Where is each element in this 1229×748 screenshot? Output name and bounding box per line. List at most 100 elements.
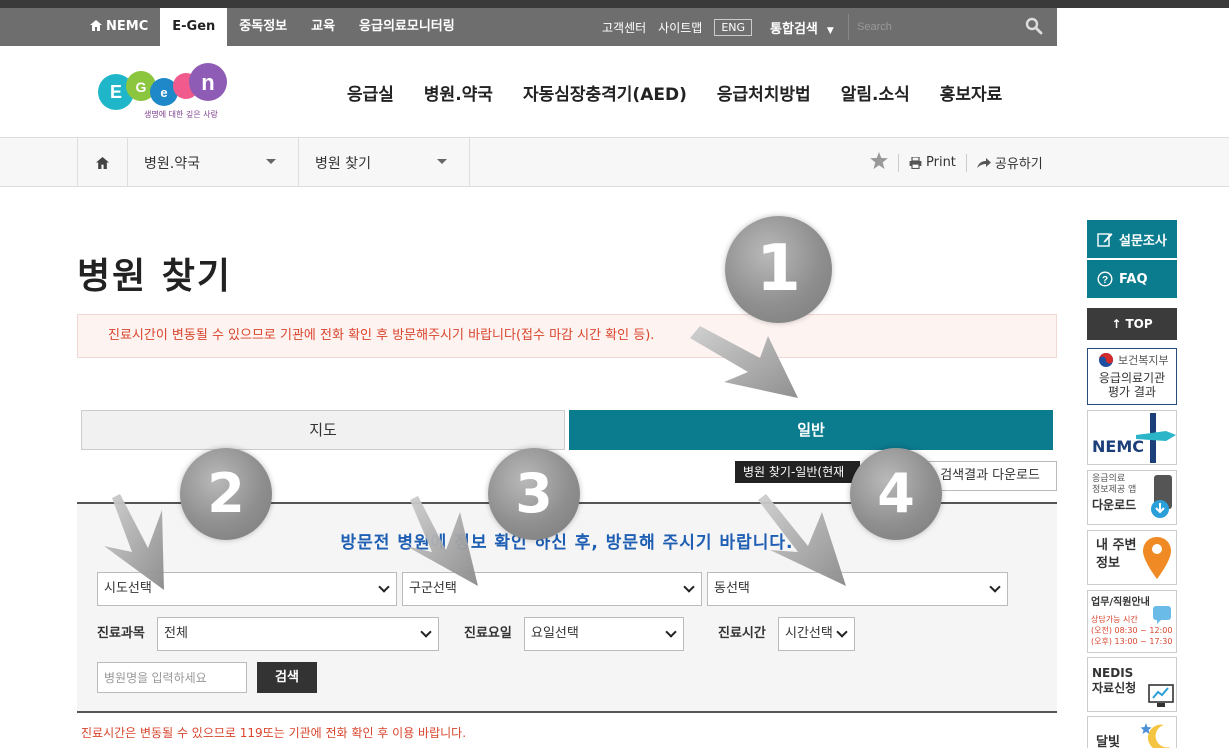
arrow-up-icon: ↑ xyxy=(1111,317,1122,331)
topnav-education[interactable]: 교육 xyxy=(299,8,347,46)
topnav-poison-info[interactable]: 중독정보 xyxy=(227,8,299,46)
hospital-name-input[interactable] xyxy=(97,662,247,693)
svg-text:e: e xyxy=(160,85,167,100)
step-marker-2: 2 xyxy=(180,448,272,540)
main-nav: 응급실 병원.약국 자동심장충격기(AED) 응급처치방법 알림.소식 홍보자료 xyxy=(332,46,1017,138)
divider xyxy=(965,153,967,172)
top-utility: 고객센터 사이트맵 ENG 통합검색 ▼ xyxy=(596,8,846,46)
chevron-down-icon xyxy=(989,581,1001,593)
gugun-select-value: 구군선택 xyxy=(409,581,457,596)
bottom-notice: 진료시간은 변동될 수 있으므로 119또는 기관에 전화 확인 후 이용 바랍… xyxy=(81,726,467,740)
time-select[interactable]: 시간선택 xyxy=(778,617,855,651)
dept-select[interactable]: 전체 xyxy=(157,617,439,651)
time-label: 진료시간 xyxy=(718,626,766,641)
mohw-label: 보건복지부 xyxy=(1118,353,1169,367)
day-select[interactable]: 요일선택 xyxy=(524,617,684,651)
mainnav-emergency-room[interactable]: 응급실 xyxy=(332,80,409,105)
share-arrow-icon xyxy=(976,157,991,168)
edit-icon xyxy=(1097,233,1113,247)
download-icon xyxy=(1151,475,1172,518)
mainnav-promotion[interactable]: 홍보자료 xyxy=(925,80,1018,105)
staff-am: (오전) 08:30 ~ 12:00 xyxy=(1091,626,1173,635)
chat-bubble-icon xyxy=(1153,606,1171,624)
customer-center-link[interactable]: 고객센터 xyxy=(602,19,646,36)
breadcrumb-tools: Print 공유하기 xyxy=(870,138,1043,187)
monitor-chart-icon xyxy=(1148,684,1174,707)
site-header: E G e n 생명에 대한 깊은 사랑 응급실 병원.약국 자동심장충격기(A… xyxy=(0,46,1229,138)
top-search-input[interactable] xyxy=(849,14,1019,40)
breadcrumb: 병원.약국 병원 찾기 Print 공유하기 xyxy=(0,138,1229,187)
dept-select-value: 전체 xyxy=(164,626,188,641)
search-button[interactable]: 검색 xyxy=(257,662,317,693)
egen-logo-mark: E G e n xyxy=(98,63,227,110)
divider xyxy=(898,153,899,172)
moonlight-label: 달빛 xyxy=(1096,735,1120,748)
svg-text:E: E xyxy=(110,82,122,102)
breadcrumb-home[interactable] xyxy=(77,138,128,187)
topnav-egen[interactable]: E-Gen xyxy=(160,8,228,46)
eng-link[interactable]: ENG xyxy=(714,18,753,36)
svg-text:G: G xyxy=(136,79,147,95)
logo-tagline: 생명에 대한 깊은 사랑 xyxy=(144,110,218,119)
staff-info-banner[interactable]: 업무/직원안내 상담가능 시간 (오전) 08:30 ~ 12:00 (오후) … xyxy=(1087,590,1177,653)
print-label: Print xyxy=(926,155,956,170)
chevron-down-icon xyxy=(836,626,848,638)
print-button[interactable]: Print xyxy=(909,155,956,170)
app-download-banner[interactable]: 응급의료 정보제공 앱 다운로드 xyxy=(1087,470,1177,525)
mainnav-hospital-pharmacy[interactable]: 병원.약국 xyxy=(409,80,508,105)
notice-banner: 진료시간이 변동될 수 있으므로 기관에 전화 확인 후 방문해주시기 바랍니다… xyxy=(77,314,1057,358)
nemc-cross-icon xyxy=(1136,413,1176,463)
day-select-value: 요일선택 xyxy=(531,626,579,641)
mainnav-aed[interactable]: 자동심장충격기(AED) xyxy=(508,80,702,105)
faq-button[interactable]: ? FAQ xyxy=(1087,260,1177,298)
topnav-monitoring[interactable]: 응급의료모니터링 xyxy=(347,8,467,46)
evaluation-banner[interactable]: 보건복지부 응급의료기관 평가 결과 xyxy=(1087,348,1177,405)
total-search-dropdown[interactable]: 통합검색 ▼ xyxy=(764,18,840,37)
moonlight-banner[interactable]: 달빛 xyxy=(1087,716,1177,748)
tab-tooltip: 병원 찾기-일반(현재 xyxy=(735,461,860,483)
topnav-nemc-label: NEMC xyxy=(106,19,149,34)
caret-down-icon xyxy=(437,159,447,164)
search-icon[interactable] xyxy=(1025,17,1043,39)
top-strip xyxy=(0,0,1229,8)
nemc-banner[interactable]: NEMC xyxy=(1087,410,1177,465)
home-icon xyxy=(96,156,109,169)
survey-button[interactable]: 설문조사 xyxy=(1087,220,1177,258)
sitemap-link[interactable]: 사이트맵 xyxy=(658,19,702,36)
nedis-banner[interactable]: NEDIS 자료신청 xyxy=(1087,657,1177,712)
chevron-down-icon xyxy=(665,626,677,638)
sido-select[interactable]: 시도선택 xyxy=(97,572,397,606)
tab-general[interactable]: 일반 xyxy=(569,410,1053,450)
moon-icon xyxy=(1140,723,1170,748)
breadcrumb-level1-dropdown[interactable]: 병원.약국 xyxy=(128,138,299,187)
breadcrumb-level1-label: 병원.약국 xyxy=(144,155,200,172)
egen-logo[interactable]: E G e n 생명에 대한 깊은 사랑 xyxy=(96,62,231,126)
dong-select[interactable]: 동선택 xyxy=(707,572,1008,606)
svg-text:?: ? xyxy=(1102,275,1108,286)
share-button[interactable]: 공유하기 xyxy=(976,153,1043,172)
topnav-nemc[interactable]: NEMC xyxy=(78,8,160,46)
faq-label: FAQ xyxy=(1119,271,1148,287)
chevron-down-icon xyxy=(378,581,390,593)
nearby-info-banner[interactable]: 내 주변 정보 xyxy=(1087,530,1177,585)
evaluation-line2: 평가 결과 xyxy=(1108,385,1156,399)
top-search xyxy=(848,14,1053,40)
chevron-down-icon xyxy=(420,626,432,638)
mainnav-first-aid[interactable]: 응급처치방법 xyxy=(702,80,826,105)
chevron-down-icon xyxy=(683,581,695,593)
top-button[interactable]: ↑ TOP xyxy=(1087,308,1177,340)
gugun-select[interactable]: 구군선택 xyxy=(402,572,702,606)
evaluation-text: 응급의료기관 평가 결과 xyxy=(1088,371,1176,399)
star-icon[interactable] xyxy=(870,152,888,173)
top-nav: NEMC E-Gen 중독정보 교육 응급의료모니터링 xyxy=(78,8,467,46)
breadcrumb-level2-label: 병원 찾기 xyxy=(315,155,371,172)
evaluation-line1: 응급의료기관 xyxy=(1098,371,1166,385)
breadcrumb-level2-dropdown[interactable]: 병원 찾기 xyxy=(299,138,470,187)
day-label: 진료요일 xyxy=(464,626,512,641)
time-select-value: 시간선택 xyxy=(785,626,833,641)
tab-map[interactable]: 지도 xyxy=(81,410,565,450)
staff-pm: (오후) 13:00 ~ 17:30 xyxy=(1091,637,1173,646)
mainnav-news[interactable]: 알림.소식 xyxy=(826,80,925,105)
dept-label: 진료과목 xyxy=(97,626,145,641)
taegeuk-icon xyxy=(1099,353,1113,367)
